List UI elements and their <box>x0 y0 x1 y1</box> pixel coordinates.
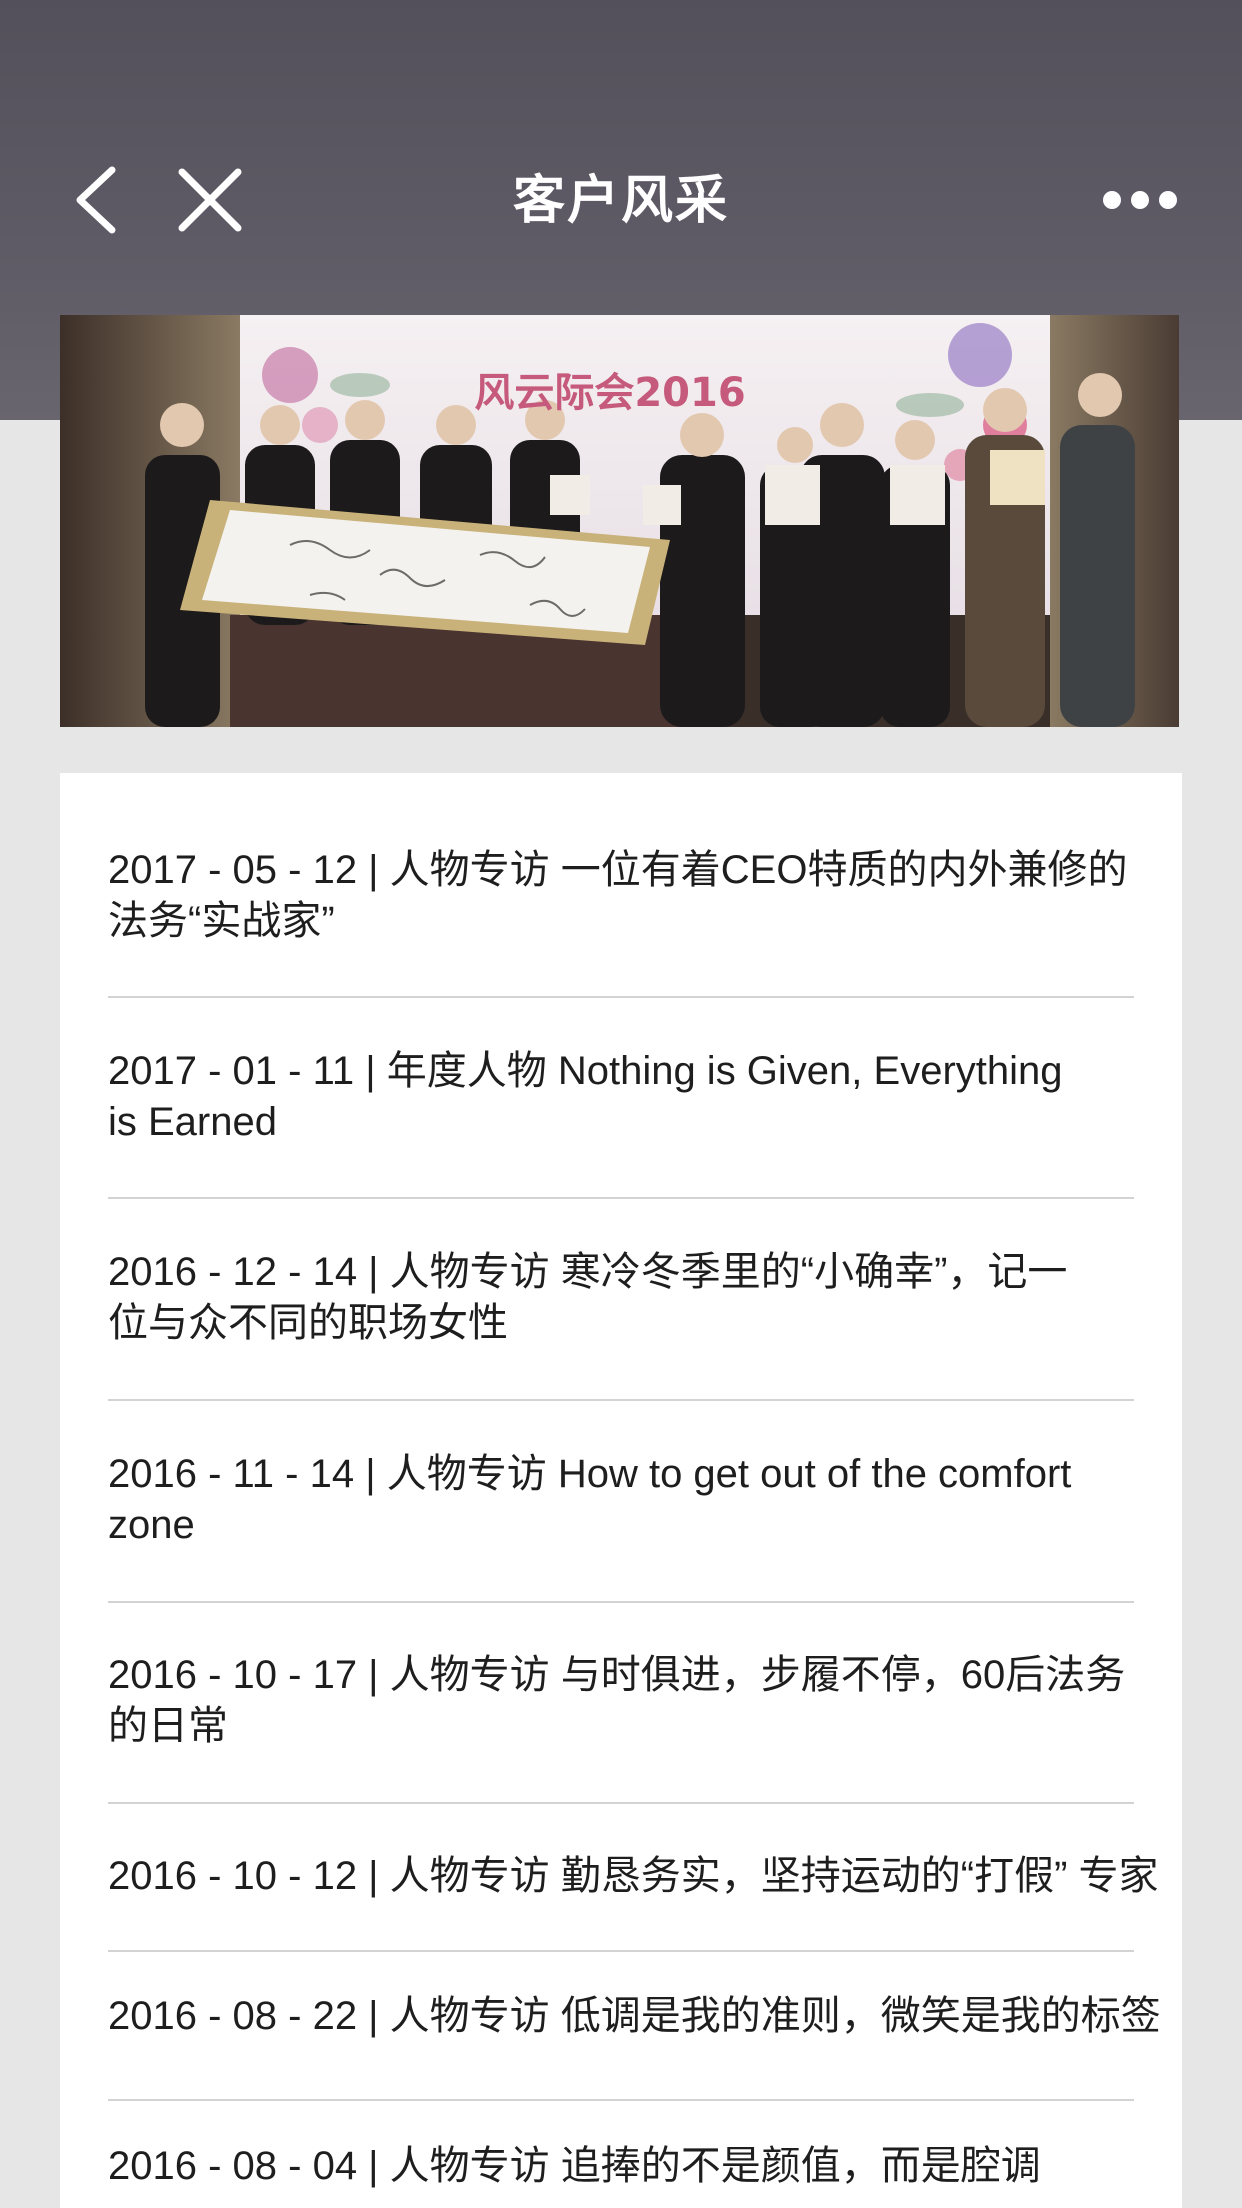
nav-bar: 客户风采 <box>0 0 1242 300</box>
banner-backdrop-text: 风云际会2016 <box>474 370 746 416</box>
list-item-line: zone <box>108 1503 195 1547</box>
divider <box>108 996 1134 998</box>
list-item[interactable]: 2017 - 05 - 12 | 人物专访 一位有着CEO特质的内外兼修的 法务… <box>108 845 1198 947</box>
list-item[interactable]: 2016 - 12 - 14 | 人物专访 寒冷冬季里的“小确幸”，记一 位与众… <box>108 1247 1198 1349</box>
list-item[interactable]: 2016 - 10 - 17 | 人物专访 与时俱进，步履不停，60后法务 的日… <box>108 1650 1198 1752</box>
list-item-line: 2016 - 11 - 14 | 人物专访 How to get out of … <box>108 1452 1072 1496</box>
list-item-line: 2017 - 05 - 12 | 人物专访 一位有着CEO特质的内外兼修的 <box>108 848 1128 892</box>
article-list: 2017 - 05 - 12 | 人物专访 一位有着CEO特质的内外兼修的 法务… <box>60 773 1182 2208</box>
list-item-line: 2016 - 08 - 04 | 人物专访 追捧的不是颜值，而是腔调 <box>108 2144 1041 2188</box>
list-item-line: 2016 - 12 - 14 | 人物专访 寒冷冬季里的“小确幸”，记一 <box>108 1250 1068 1294</box>
list-item-line: 的日常 <box>108 1704 228 1748</box>
list-item-line: 2016 - 08 - 22 | 人物专访 低调是我的准则，微笑是我的标签 <box>108 1994 1161 2038</box>
more-horizontal-icon[interactable] <box>1090 170 1190 230</box>
divider <box>108 1950 1134 1952</box>
list-item[interactable]: 2016 - 10 - 12 | 人物专访 勤恳务实，坚持运动的“打假” 专家 <box>108 1851 1198 1902</box>
list-item-line: 法务“实战家” <box>108 899 335 943</box>
list-item[interactable]: 2016 - 08 - 22 | 人物专访 低调是我的准则，微笑是我的标签 <box>108 1991 1198 2042</box>
banner-image: 风云际会2016 <box>60 315 1179 727</box>
list-item-line: 2016 - 10 - 17 | 人物专访 与时俱进，步履不停，60后法务 <box>108 1653 1126 1697</box>
list-item[interactable]: 2017 - 01 - 11 | 年度人物 Nothing is Given, … <box>108 1046 1198 1148</box>
page-title: 客户风采 <box>512 171 729 231</box>
list-item[interactable]: 2016 - 11 - 14 | 人物专访 How to get out of … <box>108 1449 1198 1551</box>
divider <box>108 2099 1134 2101</box>
divider <box>108 1399 1134 1401</box>
divider <box>108 1197 1134 1199</box>
divider <box>108 1802 1134 1804</box>
list-item-line: 位与众不同的职场女性 <box>108 1301 508 1345</box>
divider <box>108 1601 1134 1603</box>
list-item[interactable]: 2016 - 08 - 04 | 人物专访 追捧的不是颜值，而是腔调 <box>108 2141 1198 2192</box>
list-item-line: 2017 - 01 - 11 | 年度人物 Nothing is Given, … <box>108 1049 1063 1093</box>
list-item-line: 2016 - 10 - 12 | 人物专访 勤恳务实，坚持运动的“打假” 专家 <box>108 1854 1159 1898</box>
list-item-line: is Earned <box>108 1100 277 1144</box>
